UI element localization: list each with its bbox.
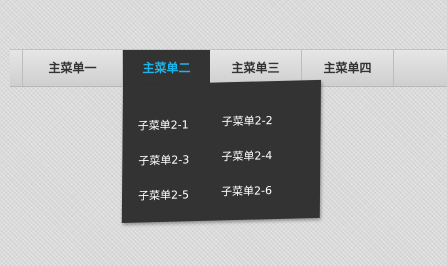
nav-left-spacer (10, 50, 23, 86)
nav-item-main-menu-1[interactable]: 主菜单一 (23, 50, 123, 86)
submenu-dropdown: 子菜单2-1 子菜单2-2 子菜单2-3 子菜单2-4 子菜单2-5 子菜单2-… (121, 79, 321, 224)
submenu-item-2-3[interactable]: 子菜单2-3 (138, 151, 189, 168)
submenu-item-2-4[interactable]: 子菜单2-4 (221, 147, 272, 164)
nav-right-spacer (394, 50, 447, 86)
submenu-item-2-6[interactable]: 子菜单2-6 (221, 182, 272, 199)
submenu-item-2-1[interactable]: 子菜单2-1 (138, 116, 189, 133)
submenu-item-2-2[interactable]: 子菜单2-2 (222, 112, 273, 129)
submenu-item-2-5[interactable]: 子菜单2-5 (138, 186, 189, 203)
nav-item-main-menu-2-active[interactable]: 主菜单二 (123, 50, 210, 86)
